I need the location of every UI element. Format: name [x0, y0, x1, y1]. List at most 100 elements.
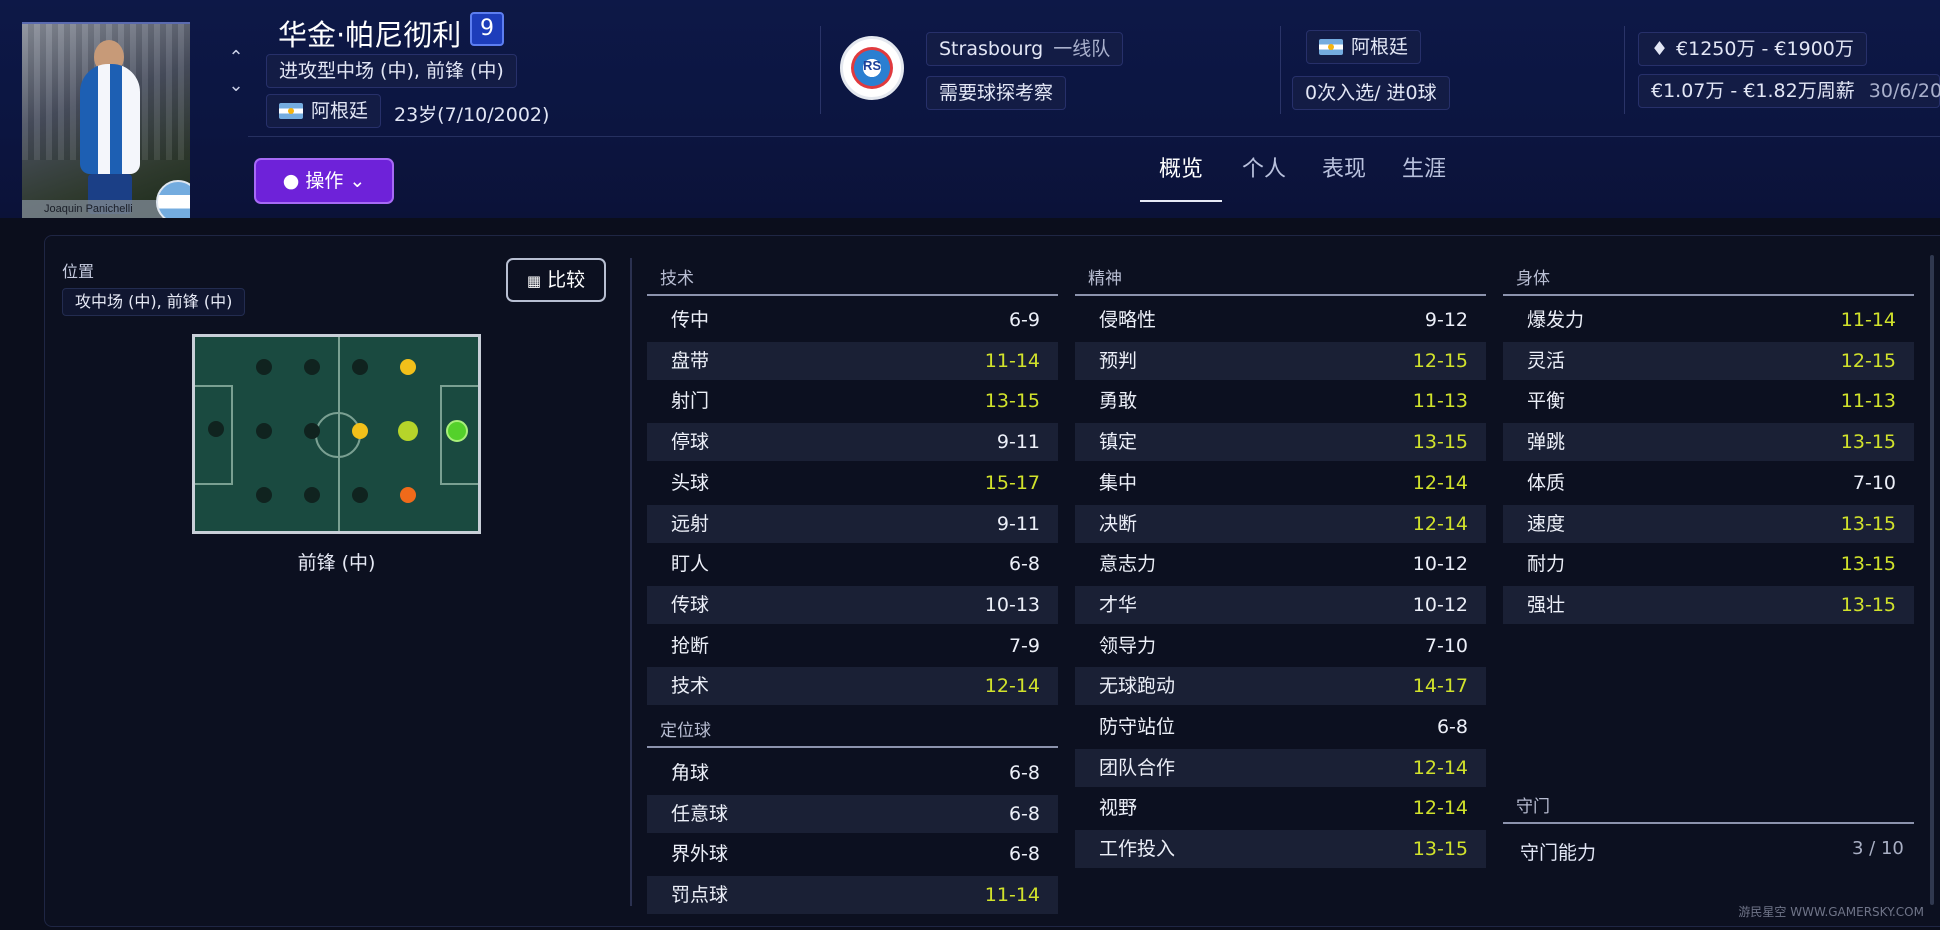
tab-personal[interactable]: 个人 [1234, 152, 1294, 202]
attribute-row[interactable]: 才华 10-12 [1075, 585, 1486, 624]
attribute-label: 传中 [671, 309, 710, 331]
attribute-row[interactable]: 意志力 10-12 [1075, 545, 1486, 583]
previous-player-icon[interactable]: ⌃ [224, 44, 248, 72]
attribute-row[interactable]: 传球 10-13 [647, 585, 1058, 624]
club-squad: 一线队 [1053, 38, 1111, 60]
attribute-label: 才华 [1099, 593, 1138, 616]
attribute-row[interactable]: 头球 15-17 [647, 464, 1058, 502]
position-summary: 攻中场 (中), 前锋 (中) [62, 288, 246, 316]
compare-button[interactable]: ▦ 比较 [506, 258, 606, 302]
next-player-icon[interactable]: ⌄ [224, 72, 248, 100]
attribute-label: 射门 [671, 390, 710, 413]
position-title: 位置 [62, 262, 95, 281]
attribute-row[interactable]: 集中 12-14 [1075, 464, 1486, 502]
attribute-row[interactable]: 传中 6-9 [647, 301, 1058, 339]
attribute-row[interactable]: 罚点球 11-14 [647, 876, 1058, 915]
attribute-row[interactable]: 弹跳 13-15 [1503, 423, 1914, 462]
position-dot[interactable] [256, 487, 272, 503]
position-dot[interactable] [304, 359, 320, 375]
actions-button[interactable]: ● 操作 ⌄ [254, 158, 394, 204]
attribute-row[interactable]: 爆发力 11-14 [1503, 301, 1914, 339]
compare-label: 比较 [547, 269, 586, 291]
player-nationality-chip[interactable]: 阿根廷 [266, 94, 382, 128]
attribute-row[interactable]: 防守站位 6-8 [1075, 708, 1486, 746]
tab-career[interactable]: 生涯 [1394, 152, 1454, 202]
attribute-row[interactable]: 灵活 12-15 [1503, 341, 1914, 380]
attribute-row[interactable]: 盯人 6-8 [647, 545, 1058, 583]
scout-status: 需要球探考察 [926, 76, 1067, 110]
position-dot-mc[interactable] [352, 423, 368, 439]
physical-rule [1503, 294, 1914, 296]
club-crest-icon[interactable]: RS [840, 36, 904, 100]
attribute-row[interactable]: 速度 13-15 [1503, 504, 1914, 543]
position-dot[interactable] [352, 359, 368, 375]
attribute-label: 任意球 [671, 802, 729, 825]
attribute-row[interactable]: 镇定 13-15 [1075, 423, 1486, 462]
tab-performance[interactable]: 表现 [1314, 152, 1374, 202]
attribute-row[interactable]: 预判 12-15 [1075, 341, 1486, 380]
position-dot-st[interactable] [446, 420, 468, 442]
attribute-row[interactable]: 任意球 6-8 [647, 794, 1058, 833]
attribute-value: 11-14 [1840, 309, 1896, 331]
header-separator [248, 136, 1940, 137]
attribute-row[interactable]: 体质 7-10 [1503, 464, 1914, 502]
player-nav: ⌃ ⌄ [224, 44, 248, 100]
position-dot-gk[interactable] [208, 421, 224, 437]
national-team-label: 阿根廷 [1351, 36, 1409, 58]
compare-icon: ▦ [526, 272, 542, 290]
attribute-row[interactable]: 远射 9-11 [647, 504, 1058, 543]
attribute-row[interactable]: 平衡 11-13 [1503, 382, 1914, 420]
argentina-flag-icon [279, 103, 303, 119]
attribute-label: 决断 [1099, 512, 1138, 535]
attribute-row[interactable]: 领导力 7-10 [1075, 627, 1486, 665]
attribute-value: 12-14 [984, 675, 1040, 698]
attribute-row[interactable]: 角球 6-8 [647, 754, 1058, 792]
attribute-row[interactable]: 工作投入 13-15 [1075, 830, 1486, 869]
attribute-value: 11-14 [984, 884, 1040, 907]
position-dot-amc[interactable] [398, 421, 418, 441]
attribute-row[interactable]: 视野 12-14 [1075, 789, 1486, 827]
attribute-row[interactable]: 技术 12-14 [647, 667, 1058, 706]
position-dot-amr[interactable] [400, 359, 416, 375]
club-chip[interactable]: Strasbourg 一线队 [926, 32, 1124, 66]
attribute-row[interactable]: 耐力 13-15 [1503, 545, 1914, 583]
attribute-label: 停球 [671, 431, 710, 454]
attribute-value: 11-13 [1840, 390, 1896, 413]
position-dot[interactable] [256, 423, 272, 439]
tab-overview[interactable]: 概览 [1140, 152, 1222, 202]
position-pitch [192, 334, 481, 534]
position-dot[interactable] [304, 487, 320, 503]
attribute-row[interactable]: 盘带 11-14 [647, 341, 1058, 380]
position-dot[interactable] [256, 359, 272, 375]
attribute-value: 13-15 [1840, 553, 1896, 576]
contract-expiry: 30/6/2030 [1868, 80, 1940, 102]
attribute-row[interactable]: 团队合作 12-14 [1075, 748, 1486, 787]
shirt-number: 9 [470, 12, 504, 46]
attribute-row[interactable]: 强壮 13-15 [1503, 585, 1914, 624]
mental-heading: 精神 [1088, 269, 1122, 289]
attribute-label: 盯人 [671, 553, 710, 576]
attribute-value: 10-12 [1412, 553, 1468, 576]
attribute-row[interactable]: 射门 13-15 [647, 382, 1058, 420]
attribute-label: 集中 [1099, 471, 1138, 494]
national-team-chip[interactable]: 阿根廷 [1306, 30, 1422, 64]
attribute-row[interactable]: 无球跑动 14-17 [1075, 667, 1486, 706]
chevron-down-icon: ⌄ [349, 170, 366, 192]
attribute-row[interactable]: 停球 9-11 [647, 423, 1058, 462]
attribute-value: 13-15 [1840, 593, 1896, 616]
attribute-row[interactable]: 界外球 6-8 [647, 835, 1058, 873]
position-dot-aml[interactable] [400, 487, 416, 503]
header-divider [820, 26, 821, 114]
position-dot[interactable] [352, 487, 368, 503]
position-dot[interactable] [304, 423, 320, 439]
attribute-label: 耐力 [1527, 553, 1566, 576]
transfer-value-chip[interactable]: ♦ €1250万 - €1900万 [1638, 32, 1867, 66]
attribute-row[interactable]: 决断 12-14 [1075, 504, 1486, 543]
wage-text: €1.07万 - €1.82万周薪 [1651, 80, 1855, 102]
attribute-row[interactable]: 勇敢 11-13 [1075, 382, 1486, 420]
attribute-label: 灵活 [1527, 349, 1566, 372]
attribute-row[interactable]: 抢断 7-9 [647, 627, 1058, 665]
set-pieces-rule [647, 746, 1058, 748]
attribute-row[interactable]: 侵略性 9-12 [1075, 301, 1486, 339]
attributes-scrollbar[interactable] [1930, 255, 1934, 905]
